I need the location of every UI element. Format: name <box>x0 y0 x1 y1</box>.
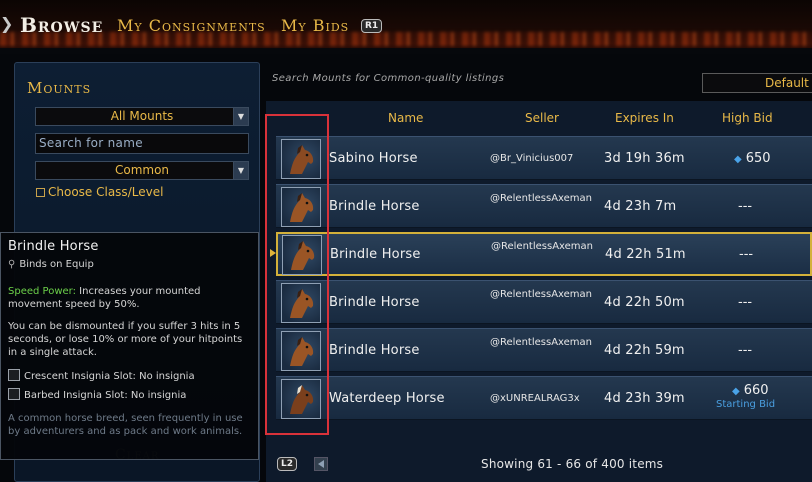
listing-high-bid: --- <box>738 199 753 214</box>
listing-high-bid: ◆ 660 <box>732 383 769 398</box>
category-select-value: All Mounts <box>110 109 174 123</box>
prev-page-button[interactable] <box>314 457 328 471</box>
listing-expires: 4d 22h 51m <box>605 247 686 262</box>
quality-select-value: Common <box>114 163 170 177</box>
astral-diamond-icon: ◆ <box>734 154 742 165</box>
tab-my-bids[interactable]: My Bids <box>281 16 349 35</box>
starting-bid-label: Starting Bid <box>716 399 776 410</box>
icon-column-highlight <box>265 114 329 435</box>
listing-expires: 4d 23h 7m <box>604 199 677 214</box>
listing-high-bid: --- <box>739 247 754 262</box>
slot2-label: Barbed Insignia Slot: <box>24 390 128 401</box>
pagination-status: Showing 61 - 66 of 400 items <box>481 457 664 471</box>
listing-seller: @xUNREALRAG3x <box>490 393 580 404</box>
slot1-value: No insignia <box>139 371 195 382</box>
listing-row[interactable]: Waterdeep Horse @xUNREALRAG3x 4d 23h 39m… <box>276 376 812 420</box>
listing-row[interactable]: Sabino Horse @Br_Vinicius007 3d 19h 36m … <box>276 136 812 180</box>
listing-name: Sabino Horse <box>329 151 418 166</box>
listing-row[interactable]: Brindle Horse @RelentlessAxeman 4d 22h 5… <box>276 280 812 324</box>
listing-high-bid: --- <box>738 343 753 358</box>
nav-left-icon[interactable]: ❯ <box>0 14 13 33</box>
listing-expires: 4d 23h 39m <box>604 391 685 406</box>
slot1-label: Crescent Insignia Slot: <box>24 371 136 382</box>
high-bid-value: 650 <box>745 151 771 166</box>
r1-button-hint: R1 <box>361 19 383 33</box>
listing-row[interactable]: Brindle Horse @RelentlessAxeman 4d 22h 5… <box>276 328 812 372</box>
listing-name: Brindle Horse <box>329 343 420 358</box>
tooltip-binds: ⚲ Binds on Equip <box>8 259 251 270</box>
listing-high-bid: --- <box>738 295 753 310</box>
high-bid-value: 660 <box>743 383 769 398</box>
tooltip-slot-crescent: Crescent Insignia Slot: No insignia <box>8 369 251 383</box>
chevron-down-icon[interactable]: ▼ <box>233 108 248 125</box>
listing-expires: 3d 19h 36m <box>604 151 685 166</box>
listing-name: Brindle Horse <box>330 247 421 262</box>
chevron-down-icon[interactable]: ▼ <box>233 162 248 179</box>
column-header-high-bid[interactable]: High Bid <box>722 111 773 125</box>
tab-my-consignments[interactable]: My Consignments <box>117 16 266 35</box>
insignia-slot-icon <box>8 388 20 400</box>
tooltip-flavor-text: A common horse breed, seen frequently in… <box>8 413 243 437</box>
quality-select[interactable]: Common ▼ <box>35 161 249 180</box>
l2-button-hint: L2 <box>277 457 297 471</box>
sort-select[interactable]: Default <box>702 73 812 93</box>
search-caption: Search Mounts for Common-quality listing… <box>272 73 505 84</box>
listing-seller: @RelentlessAxeman <box>490 289 593 300</box>
insignia-slot-icon <box>8 369 20 381</box>
column-header-name[interactable]: Name <box>388 111 423 125</box>
top-nav: ❯ Browse My Consignments My Bids R1 <box>0 0 812 54</box>
listing-seller: @RelentlessAxeman <box>490 193 593 204</box>
listing-name: Waterdeep Horse <box>329 391 445 406</box>
listing-seller: @RelentlessAxeman <box>490 337 593 348</box>
speed-power-label: Speed Power: <box>8 286 76 297</box>
tooltip-speed-power: Speed Power: Increases your mounted move… <box>8 285 251 311</box>
tooltip-title: Brindle Horse <box>8 239 99 254</box>
astral-diamond-icon: ◆ <box>732 386 740 397</box>
search-input[interactable]: Search for name <box>35 133 249 154</box>
tab-browse[interactable]: Browse <box>20 13 103 37</box>
listing-seller: @RelentlessAxeman <box>491 241 594 252</box>
listing-row[interactable]: Brindle Horse @RelentlessAxeman 4d 23h 7… <box>276 184 812 228</box>
listing-seller: @Br_Vinicius007 <box>490 153 574 164</box>
checkbox-icon[interactable] <box>36 188 45 197</box>
listing-expires: 4d 22h 59m <box>604 343 685 358</box>
column-header-expires[interactable]: Expires In <box>615 111 674 125</box>
listing-expires: 4d 22h 50m <box>604 295 685 310</box>
category-select[interactable]: All Mounts ▼ <box>35 107 249 126</box>
tooltip-slot-barbed: Barbed Insignia Slot: No insignia <box>8 388 251 402</box>
choose-class-label: Choose Class/Level <box>48 185 164 199</box>
bind-icon: ⚲ <box>8 259 16 270</box>
listing-name: Brindle Horse <box>329 199 420 214</box>
listing-name: Brindle Horse <box>329 295 420 310</box>
listing-high-bid: ◆ 650 <box>734 151 771 166</box>
slot2-value: No insignia <box>130 390 187 401</box>
choose-class-checkbox[interactable]: Choose Class/Level <box>36 185 163 199</box>
item-tooltip: Brindle Horse ⚲ Binds on Equip Speed Powe… <box>0 232 259 460</box>
column-header-seller[interactable]: Seller <box>525 111 559 125</box>
chevron-left-icon <box>318 460 324 468</box>
tooltip-binds-text: Binds on Equip <box>19 259 94 270</box>
listing-row-selected[interactable]: Brindle Horse @RelentlessAxeman 4d 22h 5… <box>276 232 812 276</box>
panel-title: Mounts <box>27 79 92 97</box>
tooltip-dismount-text: You can be dismounted if you suffer 3 hi… <box>8 321 243 358</box>
